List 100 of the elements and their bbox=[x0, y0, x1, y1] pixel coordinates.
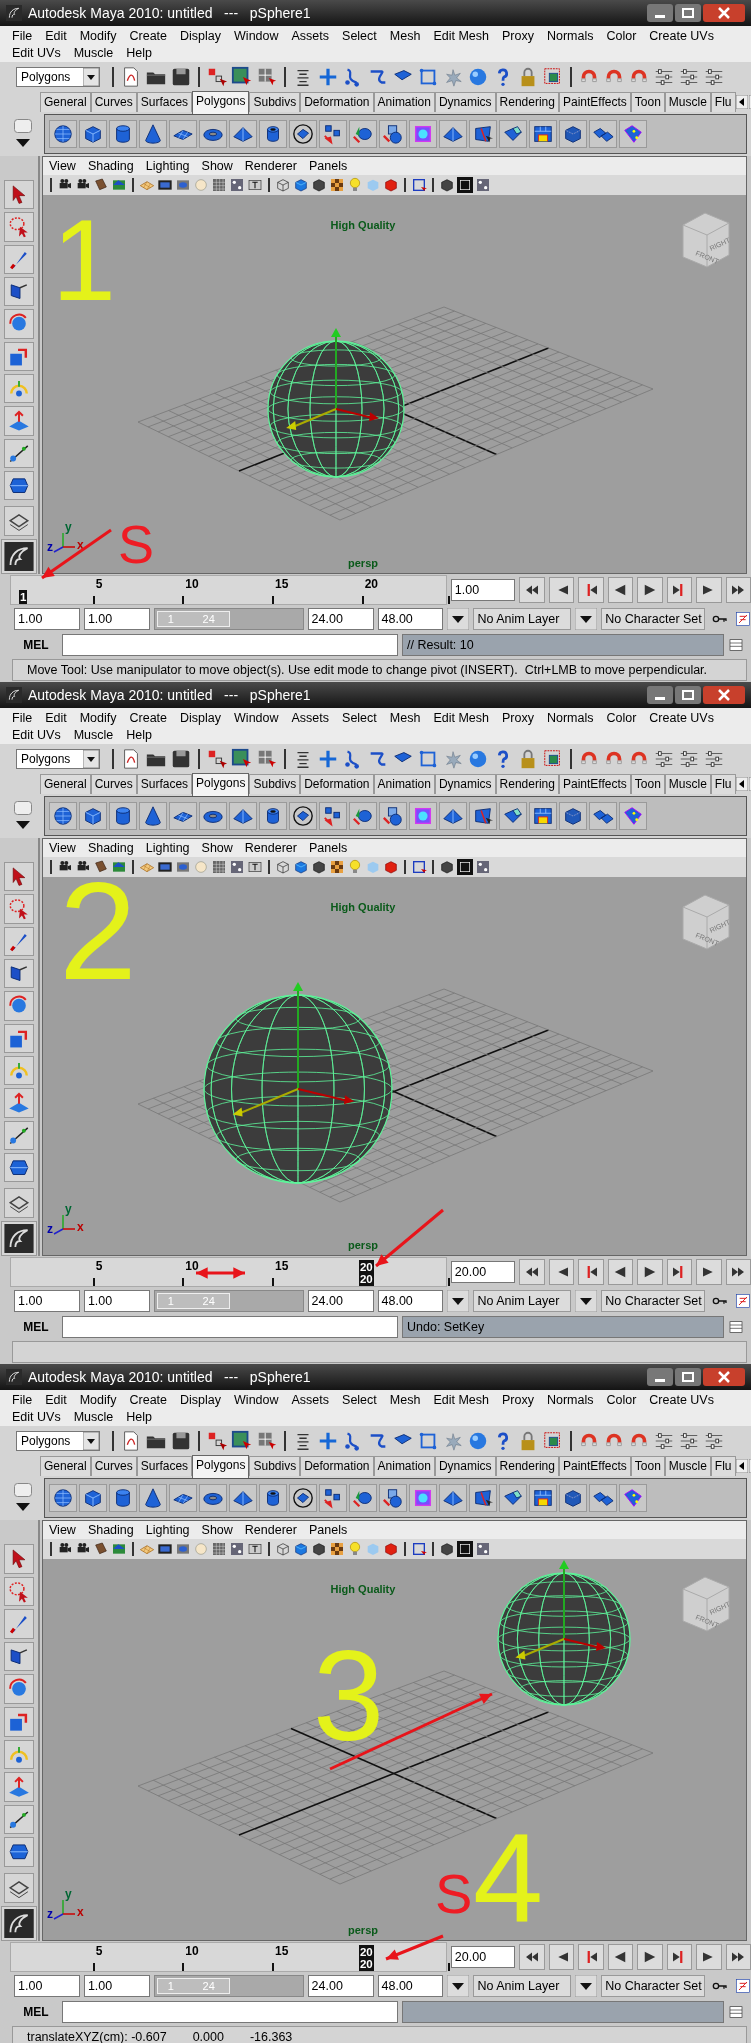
pipe-icon[interactable] bbox=[259, 802, 287, 830]
shelf-tab[interactable]: Muscle bbox=[664, 92, 711, 112]
nodes-icon[interactable] bbox=[229, 177, 245, 193]
anim-layer-dropdown[interactable]: No Anim Layer bbox=[473, 1975, 572, 1997]
frame-icon[interactable] bbox=[457, 177, 473, 193]
menu-item[interactable]: Edit UVs bbox=[12, 45, 61, 60]
layout-icon[interactable] bbox=[4, 1872, 34, 1903]
playback-start-field[interactable]: 1.00 bbox=[83, 1290, 150, 1312]
extrude-icon[interactable] bbox=[499, 1484, 527, 1512]
image-icon[interactable] bbox=[111, 859, 127, 875]
points-box-icon[interactable] bbox=[417, 66, 439, 88]
command-input[interactable] bbox=[62, 1316, 398, 1338]
menu-item[interactable]: Renderer bbox=[244, 841, 297, 855]
shelf-tab[interactable]: Flu bbox=[710, 1456, 736, 1476]
plane-icon[interactable] bbox=[169, 120, 197, 148]
play-backward-button[interactable] bbox=[607, 1944, 634, 1970]
step-back-button[interactable] bbox=[548, 1944, 575, 1970]
menu-item[interactable]: Select bbox=[342, 1392, 377, 1407]
textured-cube-icon[interactable] bbox=[559, 1484, 587, 1512]
menu-item[interactable]: Assets bbox=[291, 28, 330, 43]
textured-cube-icon[interactable] bbox=[559, 802, 587, 830]
split-polygon-icon[interactable] bbox=[469, 802, 497, 830]
playback-end-field[interactable]: 24.00 bbox=[307, 1975, 374, 1997]
dropdown-caret-icon[interactable] bbox=[575, 608, 598, 630]
menu-item[interactable]: Modify bbox=[79, 710, 117, 725]
maximize-button[interactable] bbox=[675, 686, 701, 704]
minimize-button[interactable] bbox=[647, 4, 673, 22]
menu-item[interactable]: Edit bbox=[45, 710, 67, 725]
menu-item[interactable]: Edit Mesh bbox=[433, 710, 489, 725]
menu-item[interactable]: Shading bbox=[87, 159, 134, 173]
cube-icon[interactable] bbox=[79, 802, 107, 830]
shelf-tab[interactable]: Surfaces bbox=[136, 1456, 193, 1476]
shelf-tab[interactable]: Toon bbox=[630, 1456, 665, 1476]
rotate-tool-icon[interactable] bbox=[4, 1674, 34, 1704]
skip-to-end-button[interactable] bbox=[725, 1259, 751, 1285]
minimize-button[interactable] bbox=[647, 686, 673, 704]
frame-select-icon[interactable] bbox=[411, 1541, 427, 1557]
book-icon[interactable] bbox=[93, 859, 109, 875]
mesh-points-icon[interactable] bbox=[619, 1484, 647, 1512]
menu-item[interactable]: Help bbox=[126, 727, 152, 742]
playback-start-field[interactable]: 1.00 bbox=[83, 608, 150, 630]
sphere-icon[interactable] bbox=[467, 1430, 489, 1452]
menu-item[interactable]: Color bbox=[606, 1392, 637, 1407]
mesh-points-icon[interactable] bbox=[619, 802, 647, 830]
menu-item[interactable]: Select bbox=[342, 28, 377, 43]
menu-item[interactable]: Edit Mesh bbox=[433, 28, 489, 43]
torus-icon[interactable] bbox=[199, 1484, 227, 1512]
planes-icon[interactable] bbox=[589, 1484, 617, 1512]
next-key-button[interactable] bbox=[666, 1944, 693, 1970]
hierarchy-select-icon[interactable] bbox=[206, 1430, 228, 1452]
menu-item[interactable]: Display bbox=[180, 1392, 222, 1407]
next-key-button[interactable] bbox=[666, 1259, 693, 1285]
menu-item[interactable]: Create bbox=[129, 28, 168, 43]
menu-item[interactable]: Modify bbox=[79, 1392, 117, 1407]
pyramid-icon[interactable] bbox=[229, 1484, 257, 1512]
character-set-dropdown[interactable]: No Character Set bbox=[601, 1290, 706, 1312]
skip-to-start-button[interactable] bbox=[519, 1259, 545, 1285]
frame-select-icon[interactable] bbox=[411, 177, 427, 193]
menu-item[interactable]: Create bbox=[129, 1392, 168, 1407]
menu-item[interactable]: Edit UVs bbox=[12, 727, 61, 742]
menu-item[interactable]: Modify bbox=[79, 28, 117, 43]
sliders-icon[interactable] bbox=[703, 66, 725, 88]
current-frame-marker[interactable]: 1 bbox=[19, 590, 28, 604]
text-frame-icon[interactable] bbox=[247, 859, 263, 875]
menu-item[interactable]: View bbox=[49, 841, 76, 855]
current-frame-field[interactable]: 20.00 bbox=[450, 1261, 516, 1283]
script-editor-icon[interactable] bbox=[728, 637, 744, 653]
rotate-tool-icon[interactable] bbox=[4, 309, 34, 339]
next-key-button[interactable] bbox=[666, 577, 693, 603]
shelf-tab[interactable]: General bbox=[40, 92, 91, 112]
object-select-icon[interactable] bbox=[231, 1430, 253, 1452]
mode-dropdown[interactable]: Polygons bbox=[16, 1431, 100, 1451]
frame-icon[interactable] bbox=[457, 1541, 473, 1557]
shelf-tab[interactable]: Polygons bbox=[192, 1454, 250, 1478]
plus-icon[interactable] bbox=[317, 1430, 339, 1452]
manipulator-icon[interactable] bbox=[4, 374, 34, 404]
shelf-tab[interactable]: Dynamics bbox=[434, 774, 496, 794]
film-icon[interactable] bbox=[157, 177, 173, 193]
dropdown-caret-icon[interactable] bbox=[447, 1975, 470, 1997]
menu-item[interactable]: Normals bbox=[546, 1392, 594, 1407]
mode-dropdown[interactable]: Polygons bbox=[16, 67, 100, 87]
cube-icon[interactable] bbox=[79, 1484, 107, 1512]
bridge-icon[interactable] bbox=[529, 1484, 557, 1512]
skip-to-start-button[interactable] bbox=[519, 1944, 545, 1970]
menu-item[interactable]: Create UVs bbox=[649, 1392, 714, 1407]
grid-icon[interactable] bbox=[211, 177, 227, 193]
book-icon[interactable] bbox=[93, 1541, 109, 1557]
menu-item[interactable]: Create UVs bbox=[649, 28, 714, 43]
menu-item[interactable]: Help bbox=[126, 45, 152, 60]
shelf-tab[interactable]: Polygons bbox=[192, 772, 250, 796]
shelf-tab[interactable]: Deformation bbox=[300, 1456, 374, 1476]
split-polygon-icon[interactable] bbox=[469, 1484, 497, 1512]
planes-icon[interactable] bbox=[589, 120, 617, 148]
cube-icon[interactable] bbox=[79, 120, 107, 148]
menu-item[interactable]: Edit Mesh bbox=[433, 1392, 489, 1407]
nodes-icon[interactable] bbox=[475, 1541, 491, 1557]
menu-item[interactable]: Create UVs bbox=[649, 710, 714, 725]
menu-item[interactable]: Display bbox=[180, 710, 222, 725]
torus-icon[interactable] bbox=[199, 120, 227, 148]
pyramid-icon[interactable] bbox=[229, 120, 257, 148]
